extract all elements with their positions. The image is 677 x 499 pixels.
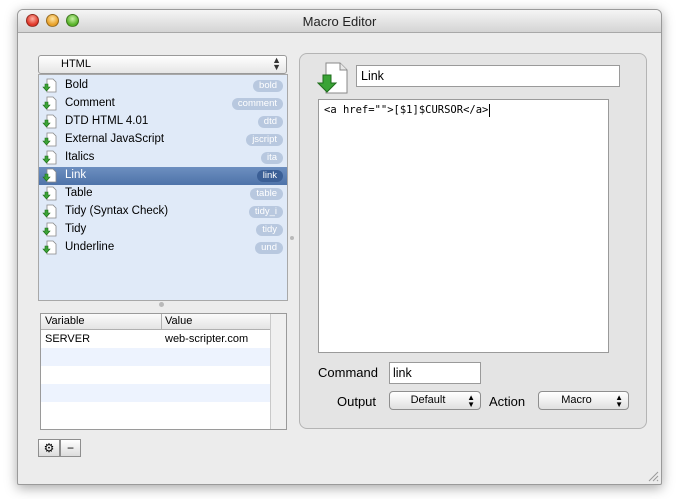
macro-shortcut-badge: jscript [246, 134, 283, 146]
macro-list-item[interactable]: Tidy (Syntax Check) tidy_i [39, 203, 287, 221]
macro-list-item[interactable]: Bold bold [39, 77, 287, 95]
macro-list-item[interactable]: External JavaScript jscript [39, 131, 287, 149]
macro-icon [42, 132, 57, 147]
macro-icon [42, 114, 57, 129]
macro-code-text: <a href="">[$1]$CURSOR</a> [324, 104, 489, 116]
text-caret [489, 104, 490, 117]
table-row-empty [41, 402, 270, 420]
variable-cell: SERVER [45, 333, 91, 345]
macro-list-item[interactable]: DTD HTML 4.01 dtd [39, 113, 287, 131]
variables-table-header: Variable Value [41, 314, 270, 330]
column-separator [161, 314, 162, 329]
macro-name: Italics [65, 151, 95, 163]
resize-grip-icon[interactable] [647, 470, 659, 482]
popup-arrows-icon: ▲ ▼ [272, 55, 281, 72]
output-popup[interactable]: Default ▲ ▼ [389, 391, 481, 410]
table-row-empty [41, 348, 270, 366]
macro-shortcut-badge: link [256, 170, 283, 182]
column-header-value[interactable]: Value [165, 315, 192, 327]
macro-list-item[interactable]: Tidy tidy [39, 221, 287, 239]
macro-list-item[interactable]: Link link [39, 167, 287, 185]
command-value: link [393, 366, 412, 380]
window-title: Macro Editor [302, 14, 377, 29]
macro-name-value: Link [361, 69, 384, 83]
macro-list-item[interactable]: Table table [39, 185, 287, 203]
minus-icon: − [66, 441, 74, 455]
popup-arrows-icon: ▲ ▼ [615, 393, 623, 409]
action-gear-button[interactable]: ⚙ [38, 439, 60, 457]
command-label: Command [318, 365, 378, 380]
title-bar[interactable]: Macro Editor [18, 10, 661, 33]
macro-editor-window: Macro Editor HTML ▲ ▼ Bold bold Comment comm… [17, 9, 662, 485]
macro-shortcut-badge: und [255, 242, 283, 254]
output-popup-value: Default [410, 394, 446, 406]
category-popup-value: HTML [61, 58, 91, 70]
variables-scrollbar[interactable] [270, 314, 286, 429]
remove-button[interactable]: − [60, 439, 81, 457]
macro-document-icon [317, 62, 348, 94]
macro-name: Tidy (Syntax Check) [65, 205, 169, 217]
macro-name: Comment [65, 97, 115, 109]
macro-name: Tidy [65, 223, 87, 235]
command-field[interactable]: link [389, 362, 481, 384]
macro-shortcut-badge: tidy_i [248, 206, 283, 218]
column-header-variable[interactable]: Variable [45, 315, 85, 327]
macro-shortcut-badge: comment [231, 98, 283, 110]
macro-icon [42, 96, 57, 111]
action-popup-value: Macro [561, 394, 592, 406]
macro-list-item[interactable]: Italics ita [39, 149, 287, 167]
macro-name: Table [65, 187, 93, 199]
macro-icon [42, 168, 57, 183]
macro-icon [42, 78, 57, 93]
macro-shortcut-badge: bold [253, 80, 283, 92]
macro-shortcut-badge: table [250, 188, 283, 200]
action-popup[interactable]: Macro ▲ ▼ [538, 391, 629, 410]
macro-icon [42, 240, 57, 255]
macro-shortcut-badge: dtd [257, 116, 283, 128]
macro-name: Bold [65, 79, 89, 91]
macro-icon [42, 150, 57, 165]
macro-shortcut-badge: ita [260, 152, 283, 164]
macro-shortcut-badge: tidy [256, 224, 283, 236]
value-cell: web-scripter.com [165, 333, 249, 345]
table-row[interactable]: SERVER web-scripter.com [41, 330, 270, 348]
macro-icon [42, 204, 57, 219]
macro-icon [42, 222, 57, 237]
table-row-empty [41, 384, 270, 402]
macro-name: DTD HTML 4.01 [65, 115, 149, 127]
macro-code-editor[interactable]: <a href="">[$1]$CURSOR</a> [318, 99, 609, 353]
macro-name: Link [65, 169, 87, 181]
macro-name-field[interactable]: Link [356, 65, 620, 87]
variables-table[interactable]: Variable Value SERVER web-scripter.com [40, 313, 287, 430]
action-label: Action [489, 394, 526, 409]
macro-list-item[interactable]: Underline und [39, 239, 287, 257]
macro-icon [42, 186, 57, 201]
horizontal-splitter-handle[interactable] [159, 302, 164, 307]
macro-list-item[interactable]: Comment comment [39, 95, 287, 113]
popup-arrows-icon: ▲ ▼ [467, 393, 475, 409]
gear-icon: ⚙ [43, 441, 55, 455]
macro-name: Underline [65, 241, 115, 253]
vertical-splitter-handle[interactable] [290, 236, 294, 240]
category-popup[interactable]: HTML ▲ ▼ [38, 55, 287, 74]
table-row-empty [41, 366, 270, 384]
macro-name: External JavaScript [65, 133, 165, 145]
output-label: Output [337, 394, 377, 409]
macro-list[interactable]: Bold bold Comment comment DTD HTML 4.01 dtd Ex… [38, 74, 288, 301]
